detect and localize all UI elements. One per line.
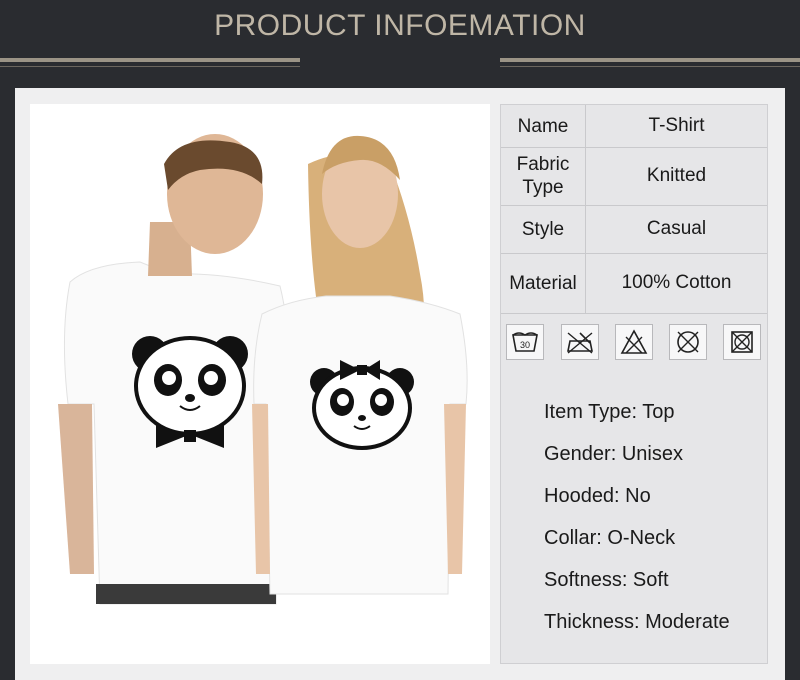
page-title: PRODUCT INFOEMATION bbox=[214, 9, 586, 42]
spec-thickness: Thickness: Moderate bbox=[544, 611, 730, 633]
table-row: Fabric Type Knitted bbox=[501, 147, 767, 206]
row-value: Knitted bbox=[646, 165, 707, 186]
row-key: Material bbox=[501, 253, 586, 313]
no-chlorine-icon bbox=[615, 324, 653, 360]
spec-gender: Gender: Unisex bbox=[544, 443, 683, 465]
couple-tshirt-illustration bbox=[30, 104, 490, 664]
no-tumble-dry-icon bbox=[723, 324, 761, 360]
page-header: PRODUCT INFOEMATION bbox=[0, 0, 800, 88]
no-bleach-icon bbox=[561, 324, 599, 360]
header-divider-left-thin bbox=[0, 66, 300, 67]
spec-hooded: Hooded: No bbox=[544, 485, 651, 507]
table-row: Style Casual bbox=[501, 205, 767, 254]
spec-softness: Softness: Soft bbox=[544, 569, 669, 591]
spec-collar: Collar: O-Neck bbox=[544, 527, 676, 549]
header-divider-right bbox=[500, 58, 800, 62]
header-divider-left bbox=[0, 58, 300, 62]
no-dry-clean-icon bbox=[669, 324, 707, 360]
product-photo bbox=[30, 104, 490, 664]
row-key: Style bbox=[501, 205, 586, 253]
row-value: T-Shirt bbox=[648, 115, 705, 136]
svg-text:30: 30 bbox=[520, 340, 530, 350]
panda-bow-print bbox=[310, 360, 414, 450]
care-icons: 30 bbox=[506, 324, 762, 364]
row-key: Fabric Type bbox=[501, 147, 586, 205]
table-row: Name T-Shirt bbox=[501, 105, 767, 148]
table-row: Material 100% Cotton bbox=[501, 253, 767, 314]
wash-30-icon: 30 bbox=[506, 324, 544, 360]
row-key: Name bbox=[501, 105, 586, 147]
row-value: Casual bbox=[646, 218, 707, 239]
header-divider-right-thin bbox=[500, 66, 800, 67]
spec-item-type: Item Type: Top bbox=[544, 401, 675, 423]
row-value: 100% Cotton bbox=[621, 272, 732, 293]
